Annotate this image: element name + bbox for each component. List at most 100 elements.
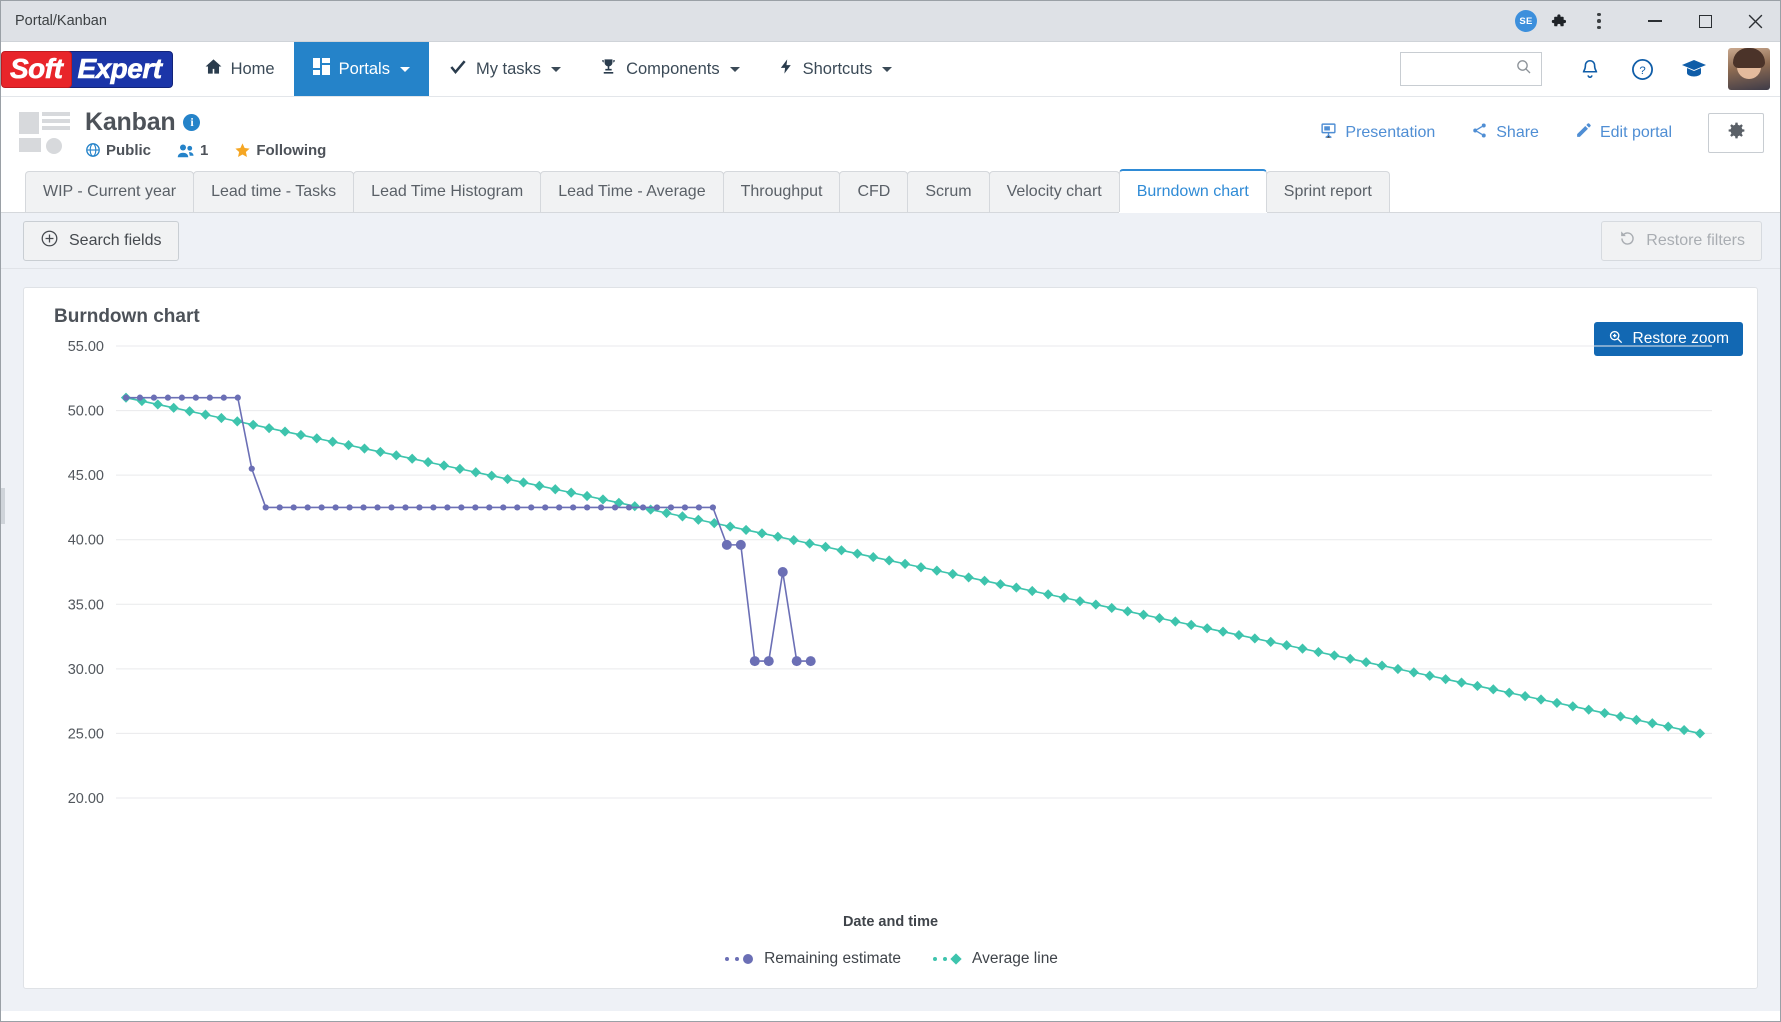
- search-fields-button[interactable]: Search fields: [23, 220, 179, 261]
- softexpert-logo[interactable]: Soft Expert: [1, 42, 173, 96]
- legend-marker-diamond-icon: [931, 953, 965, 965]
- svg-text:45.00: 45.00: [68, 468, 104, 484]
- legend-marker-circle-icon: [723, 953, 757, 965]
- nav-label-home: Home: [230, 59, 275, 78]
- svg-text:55.00: 55.00: [68, 339, 104, 355]
- tab-sprint-report[interactable]: Sprint report: [1265, 171, 1390, 212]
- browser-tab-title[interactable]: Portal/Kanban: [1, 13, 107, 29]
- restore-filters-button[interactable]: Restore filters: [1601, 220, 1762, 261]
- chevron-down-icon: [729, 66, 740, 72]
- profile-badge[interactable]: SE: [1515, 10, 1537, 32]
- portal-following[interactable]: Following: [234, 142, 326, 159]
- nav-label-shortcuts: Shortcuts: [802, 59, 873, 78]
- share-button[interactable]: Share: [1453, 122, 1557, 144]
- app-header: Soft Expert Home Portals My tasks Compon…: [1, 42, 1780, 97]
- burndown-chart-svg: 20.00 25.00 30.00 35.00 40.00 45.00 50.00 55.00: [68, 339, 1712, 807]
- logo-expert-text: Expert: [64, 50, 173, 88]
- presentation-icon: [1320, 122, 1337, 144]
- portal-visibility-label: Public: [106, 141, 152, 159]
- portal-visibility: Public: [85, 142, 151, 159]
- nav-label-my-tasks: My tasks: [475, 59, 542, 78]
- nav-item-my-tasks[interactable]: My tasks: [429, 42, 580, 96]
- tab-lead-time-tasks[interactable]: Lead time - Tasks: [193, 171, 355, 212]
- chart-legend: Remaining estimate Average line: [24, 950, 1757, 968]
- global-search-input[interactable]: [1400, 52, 1542, 86]
- tab-label: CFD: [857, 183, 891, 200]
- globe-icon: [85, 142, 101, 158]
- nav-item-components[interactable]: Components: [580, 42, 759, 96]
- tab-throughput[interactable]: Throughput: [722, 171, 841, 212]
- chart-title: Burndown chart: [54, 306, 200, 327]
- star-icon: [234, 142, 251, 159]
- nav-label-components: Components: [626, 59, 720, 78]
- portal-members[interactable]: 1: [177, 142, 208, 159]
- presentation-button[interactable]: Presentation: [1302, 122, 1453, 144]
- svg-text:25.00: 25.00: [68, 726, 104, 742]
- nav-label-portals: Portals: [338, 59, 390, 78]
- academy-icon[interactable]: [1668, 42, 1720, 97]
- maximize-icon[interactable]: [1680, 1, 1730, 42]
- share-icon: [1471, 122, 1488, 144]
- tab-cfd[interactable]: CFD: [839, 171, 909, 212]
- global-search-field[interactable]: [1401, 61, 1515, 77]
- svg-text:40.00: 40.00: [68, 533, 104, 549]
- portal-thumbnail: [19, 110, 71, 156]
- lightning-icon: [778, 57, 795, 81]
- legend-item-average-line[interactable]: Average line: [931, 950, 1058, 968]
- tab-velocity-chart[interactable]: Velocity chart: [988, 171, 1120, 212]
- tab-lead-time-average[interactable]: Lead Time - Average: [540, 171, 724, 212]
- extensions-puzzle-icon[interactable]: [1551, 12, 1570, 31]
- portal-settings-button[interactable]: [1708, 113, 1764, 153]
- tab-wip-current-year[interactable]: WIP - Current year: [25, 171, 195, 212]
- tab-label: Lead time - Tasks: [211, 183, 337, 200]
- plus-circle-icon: [40, 229, 59, 253]
- share-label: Share: [1496, 124, 1539, 141]
- svg-text:?: ?: [1639, 65, 1645, 77]
- tab-lead-time-histogram[interactable]: Lead Time Histogram: [353, 171, 542, 212]
- svg-text:35.00: 35.00: [68, 597, 104, 613]
- chevron-down-icon: [551, 66, 562, 72]
- nav-item-shortcuts[interactable]: Shortcuts: [759, 42, 912, 96]
- close-icon[interactable]: [1730, 1, 1780, 42]
- portal-members-count: 1: [200, 141, 209, 159]
- svg-text:20.00: 20.00: [68, 791, 104, 807]
- search-fields-label: Search fields: [69, 231, 162, 249]
- help-icon[interactable]: ?: [1616, 42, 1668, 97]
- scrollbar-handle[interactable]: [1, 488, 5, 524]
- tab-burndown-chart[interactable]: Burndown chart: [1118, 169, 1267, 212]
- members-icon: [177, 143, 195, 158]
- edit-portal-label: Edit portal: [1599, 124, 1672, 141]
- edit-portal-button[interactable]: Edit portal: [1557, 122, 1690, 144]
- check-icon: [448, 57, 468, 82]
- portal-tabs: WIP - Current year Lead time - Tasks Lea…: [1, 169, 1780, 213]
- info-icon[interactable]: i: [183, 113, 201, 131]
- avatar[interactable]: [1728, 48, 1770, 90]
- portal-following-label: Following: [256, 141, 327, 159]
- restore-icon: [1618, 229, 1637, 253]
- legend-item-remaining-estimate[interactable]: Remaining estimate: [723, 950, 901, 968]
- nav-item-portals[interactable]: Portals: [293, 42, 429, 96]
- legend-label: Remaining estimate: [764, 950, 902, 967]
- restore-filters-label: Restore filters: [1646, 231, 1745, 249]
- notifications-bell-icon[interactable]: [1564, 42, 1616, 97]
- tab-label: Lead Time - Average: [558, 183, 706, 200]
- search-icon: [1515, 58, 1533, 81]
- tab-label: Velocity chart: [1006, 183, 1102, 200]
- tab-label: Scrum: [925, 183, 972, 200]
- browser-chrome: Portal/Kanban SE: [1, 1, 1780, 42]
- portal-header: Kanban i Public 1 Following Presentation…: [1, 97, 1780, 169]
- tab-scrum[interactable]: Scrum: [907, 171, 990, 212]
- app-header-actions: ?: [1400, 42, 1780, 96]
- minimize-icon[interactable]: [1630, 1, 1680, 42]
- presentation-label: Presentation: [1345, 124, 1436, 141]
- browser-window: Portal/Kanban SE Soft Expert Home Portal…: [0, 0, 1781, 1022]
- portal-titleblock: Kanban i Public 1 Following: [85, 108, 326, 159]
- chart-plot-area[interactable]: 20.00 25.00 30.00 35.00 40.00 45.00 50.00 55.00: [24, 328, 1757, 988]
- svg-text:50.00: 50.00: [68, 404, 104, 420]
- tab-label: Throughput: [740, 183, 823, 200]
- kebab-menu-icon[interactable]: [1586, 12, 1612, 30]
- x-axis-label: Date and time: [842, 914, 939, 930]
- portals-grid-icon: [312, 57, 331, 81]
- legend-label: Average line: [972, 950, 1058, 967]
- nav-item-home[interactable]: Home: [185, 42, 294, 96]
